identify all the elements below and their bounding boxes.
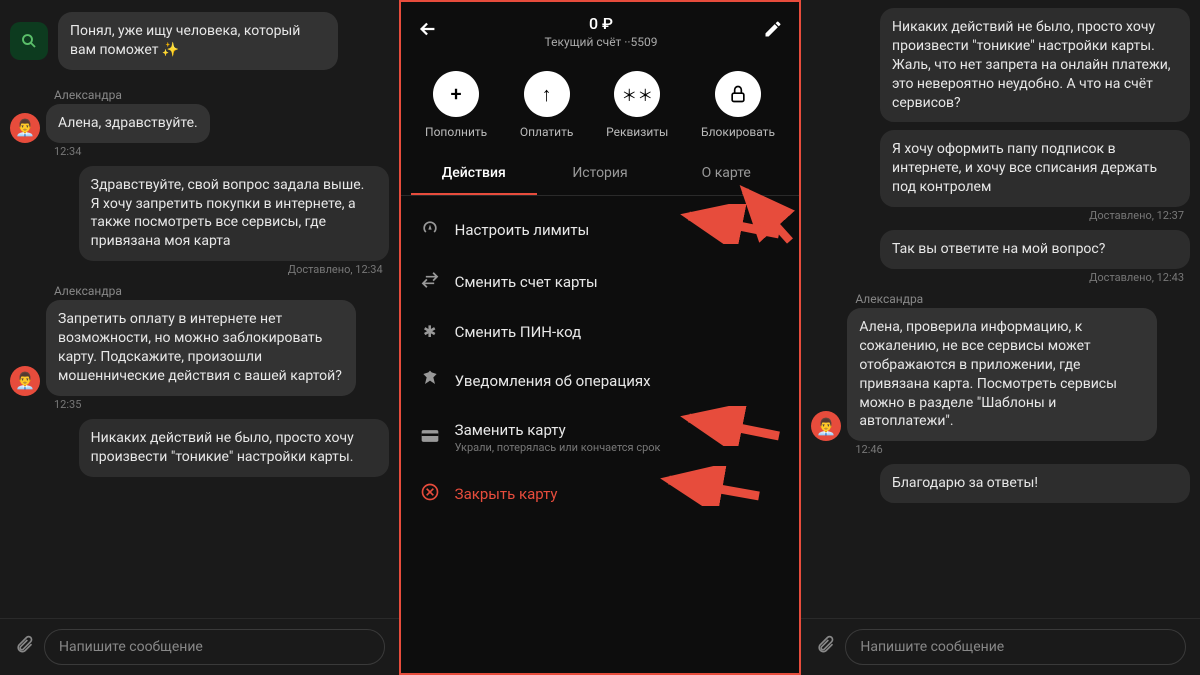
gauge-icon: [419, 218, 441, 242]
swap-icon: [419, 270, 441, 294]
option-change-account[interactable]: Сменить счет карты: [401, 256, 800, 308]
bot-message-row: Понял, уже ищу человека, который вам пом…: [0, 0, 399, 74]
option-notifications[interactable]: Уведомления об операциях: [401, 355, 800, 407]
search-icon: [20, 32, 38, 50]
message-input[interactable]: Напишите сообщение: [44, 629, 385, 665]
tab-history[interactable]: История: [537, 153, 663, 195]
message-out: Здравствуйте, свой вопрос задала выше. Я…: [10, 166, 389, 277]
lock-icon: [715, 71, 761, 117]
avatar: 👨‍💼: [10, 113, 40, 143]
chat-panel-left: Понял, уже ищу человека, который вам пом…: [0, 0, 399, 675]
close-icon: [419, 482, 441, 506]
option-change-pin[interactable]: ✱ Сменить ПИН-код: [401, 308, 800, 355]
message-out: Благодарю за ответы!: [811, 464, 1190, 503]
message-input-row: Напишите сообщение: [801, 618, 1200, 675]
message-out: Так вы ответите на мой вопрос? Доставлен…: [811, 230, 1190, 284]
action-requisites[interactable]: ＊＊ Реквизиты: [606, 71, 668, 139]
search-button[interactable]: [10, 22, 48, 60]
message-out: Никаких действий не было, просто хочу пр…: [811, 8, 1190, 122]
back-arrow-icon[interactable]: [417, 18, 439, 45]
card-header: 0 ₽ Текущий счёт ··5509: [401, 2, 800, 53]
option-close-card[interactable]: Закрыть карту: [401, 468, 800, 520]
message-in: 👨‍💼 Алена, здравствуйте. 12:34: [10, 104, 389, 158]
message-in: 👨‍💼 Алена, проверила информацию, к сожал…: [811, 308, 1190, 456]
card-settings-panel: 0 ₽ Текущий счёт ··5509 + Пополнить ↑ Оп…: [399, 0, 802, 675]
bot-message-bubble: Понял, уже ищу человека, который вам пом…: [58, 12, 338, 70]
action-pay[interactable]: ↑ Оплатить: [520, 71, 574, 139]
message-out: Никаких действий не было, просто хочу пр…: [10, 419, 389, 477]
arrow-up-icon: ↑: [524, 71, 570, 117]
message-in: 👨‍💼 Запретить оплату в интернете нет воз…: [10, 300, 389, 411]
asterisks-icon: ＊＊: [614, 71, 660, 117]
option-limits[interactable]: Настроить лимиты: [401, 204, 800, 256]
action-block[interactable]: Блокировать: [701, 71, 775, 139]
attach-icon[interactable]: [815, 635, 835, 660]
chat-body: Никаких действий не было, просто хочу пр…: [801, 0, 1200, 618]
bell-icon: [419, 369, 441, 393]
tab-about[interactable]: О карте: [663, 153, 789, 195]
tabs: Действия История О карте: [401, 153, 800, 196]
attach-icon[interactable]: [14, 635, 34, 660]
action-topup[interactable]: + Пополнить: [425, 71, 487, 139]
message-input-row: Напишите сообщение: [0, 618, 399, 675]
option-replace-card[interactable]: Заменить карту Украли, потерялась или ко…: [401, 407, 800, 468]
sender-label: Александра: [54, 88, 389, 102]
asterisk-icon: ✱: [419, 322, 441, 341]
message-input[interactable]: Напишите сообщение: [845, 629, 1186, 665]
options-list: Настроить лимиты Сменить счет карты ✱ См…: [401, 196, 800, 528]
chat-panel-right: Никаких действий не было, просто хочу пр…: [801, 0, 1200, 675]
avatar: 👨‍💼: [811, 411, 841, 441]
plus-icon: +: [433, 71, 479, 117]
edit-icon[interactable]: [763, 19, 783, 44]
chat-body: Александра 👨‍💼 Алена, здравствуйте. 12:3…: [0, 74, 399, 618]
message-out: Я хочу оформить папу подписок в интернет…: [811, 130, 1190, 222]
sender-label: Александра: [855, 292, 1190, 306]
avatar: 👨‍💼: [10, 366, 40, 396]
quick-actions: + Пополнить ↑ Оплатить ＊＊ Реквизиты Блок…: [401, 53, 800, 153]
card-icon: [419, 426, 441, 450]
tab-actions[interactable]: Действия: [411, 153, 537, 195]
sender-label: Александра: [54, 284, 389, 298]
header-title: 0 ₽ Текущий счёт ··5509: [439, 14, 764, 49]
